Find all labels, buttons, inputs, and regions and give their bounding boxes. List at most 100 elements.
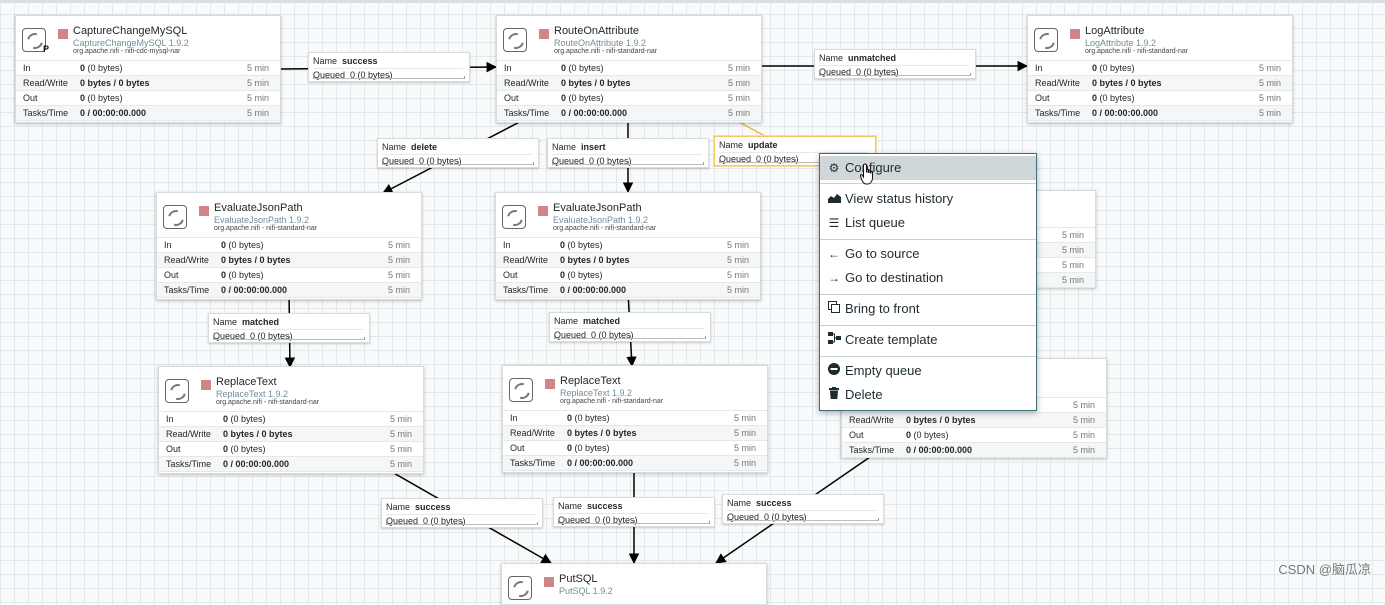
stat-label: In	[166, 414, 174, 424]
menu-item-delete[interactable]: Delete	[820, 383, 1036, 407]
context-menu: ⚙ Configure View status history ☰ List q…	[819, 153, 1037, 411]
stopped-icon	[58, 29, 68, 39]
processor-evaluate-json-path-1[interactable]: EvaluateJsonPath EvaluateJsonPath 1.9.2 …	[156, 192, 422, 300]
processor-icon	[508, 576, 532, 600]
processor-capture-change-mysql[interactable]: P CaptureChangeMySQL CaptureChangeMySQL …	[15, 15, 281, 123]
connection-name: success	[756, 498, 792, 508]
arrow-right-icon: →	[828, 271, 840, 285]
menu-item-create-template[interactable]: Create template	[820, 328, 1036, 352]
queue-progress-bar	[819, 72, 971, 76]
template-icon	[827, 328, 841, 352]
name-key: Name	[727, 498, 752, 508]
name-key: Name	[552, 142, 577, 152]
stat-extra: (0 bytes)	[574, 443, 610, 453]
stat-value: 0	[560, 240, 566, 250]
stat-label: Out	[23, 93, 38, 103]
connection-name: insert	[581, 142, 606, 152]
stat-time: 5 min	[1258, 93, 1281, 103]
stat-time: 5 min	[733, 428, 756, 438]
menu-item-label: Empty queue	[845, 363, 922, 378]
stat-extra: (0 bytes)	[87, 63, 123, 73]
stat-extra: (0 bytes)	[567, 240, 603, 250]
stat-extra: (0 bytes)	[1099, 93, 1135, 103]
connection-label-matched-2[interactable]: Name matched Queued 0 (0 bytes)	[549, 312, 711, 342]
menu-item-bring-to-front[interactable]: Bring to front	[820, 297, 1036, 321]
stat-value: 0 / 00:00:00.000	[561, 108, 628, 118]
stat-extra: (0 bytes)	[568, 93, 604, 103]
stat-value: 0 bytes / 0 bytes	[221, 255, 291, 265]
processor-evaluate-json-path-2[interactable]: EvaluateJsonPath EvaluateJsonPath 1.9.2 …	[495, 192, 761, 300]
menu-item-go-to-destination[interactable]: → Go to destination	[820, 266, 1036, 290]
processor-evaluate-json-path-3[interactable]: 5 min 5 min 5 min 5 min	[1034, 190, 1096, 288]
stat-extra: (0 bytes)	[230, 444, 266, 454]
menu-separator	[820, 239, 1036, 240]
processor-type: EvaluateJsonPath 1.9.2	[553, 215, 649, 225]
stat-label: Read/Write	[1035, 78, 1080, 88]
menu-item-label: Bring to front	[845, 301, 920, 316]
hand-cursor-icon	[860, 163, 873, 185]
processor-bundle: org.apache.nifi - nifi-standard-nar	[554, 48, 658, 55]
menu-item-go-to-source[interactable]: ← Go to source	[820, 242, 1036, 266]
stat-label: Out	[164, 270, 179, 280]
stat-label: Tasks/Time	[23, 108, 69, 118]
connection-label-delete[interactable]: Name delete Queued 0 (0 bytes)	[377, 138, 539, 168]
processor-icon	[503, 28, 527, 52]
connection-label-unmatched[interactable]: Name unmatched Queued 0 (0 bytes)	[814, 49, 976, 79]
stat-value: 0	[567, 443, 573, 453]
menu-item-view-status-history[interactable]: View status history	[820, 187, 1036, 211]
stat-label: In	[1035, 63, 1043, 73]
stat-value: 0 bytes / 0 bytes	[223, 429, 293, 439]
processor-name: ReplaceText	[560, 375, 621, 387]
processor-bundle: org.apache.nifi - nifi-standard-nar	[560, 398, 664, 405]
processor-type: PutSQL 1.9.2	[559, 586, 613, 596]
menu-separator	[820, 183, 1036, 184]
processor-bundle: org.apache.nifi - nifi-standard-nar	[214, 225, 318, 232]
gear-icon: ⚙	[828, 161, 840, 175]
stat-label: Out	[504, 93, 519, 103]
processor-bundle: org.apache.nifi - nifi-standard-nar	[553, 225, 657, 232]
connection-label-success-4[interactable]: Name success Queued 0 (0 bytes)	[722, 494, 884, 524]
processor-name: PutSQL	[559, 573, 598, 585]
clone-icon	[827, 297, 841, 321]
processor-log-attribute[interactable]: LogAttribute LogAttribute 1.9.2 org.apac…	[1027, 15, 1293, 123]
stat-label: In	[504, 63, 512, 73]
stat-time: 5 min	[246, 63, 269, 73]
stat-time: 5 min	[727, 63, 750, 73]
menu-item-empty-queue[interactable]: Empty queue	[820, 359, 1036, 383]
stat-extra: (0 bytes)	[87, 93, 123, 103]
stat-time: 5 min	[727, 93, 750, 103]
connection-label-success-1[interactable]: Name success Queued 0 (0 bytes)	[308, 52, 470, 82]
processor-replace-text-2[interactable]: ReplaceText ReplaceText 1.9.2 org.apache…	[502, 365, 768, 473]
processor-bundle: org.apache.nifi - nifi-cdc-mysql-nar	[73, 48, 181, 55]
connection-label-insert[interactable]: Name insert Queued 0 (0 bytes)	[547, 138, 709, 168]
stat-value: 0 / 00:00:00.000	[80, 108, 147, 118]
stat-value: 0	[560, 270, 566, 280]
menu-item-list-queue[interactable]: ☰ List queue	[820, 211, 1036, 235]
menu-item-configure[interactable]: ⚙ Configure	[820, 156, 1036, 180]
connection-name: success	[342, 56, 378, 66]
processor-icon	[1034, 28, 1058, 52]
stat-label: Read/Write	[849, 415, 894, 425]
processor-replace-text-1[interactable]: ReplaceText ReplaceText 1.9.2 org.apache…	[158, 366, 424, 474]
connection-label-matched-1[interactable]: Name matched Queued 0 (0 bytes)	[208, 313, 370, 343]
connection-label-success-3[interactable]: Name success Queued 0 (0 bytes)	[553, 497, 715, 527]
processor-put-sql[interactable]: PutSQL PutSQL 1.9.2	[501, 563, 767, 605]
queue-progress-bar	[386, 521, 538, 525]
queue-progress-bar	[552, 161, 704, 165]
stat-time: 5 min	[727, 108, 750, 118]
stat-time: 5 min	[246, 78, 269, 88]
stat-label: Tasks/Time	[503, 285, 549, 295]
stat-extra: (0 bytes)	[1099, 63, 1135, 73]
connection-label-success-2[interactable]: Name success Queued 0 (0 bytes)	[381, 498, 543, 528]
menu-item-label: View status history	[845, 191, 954, 206]
menu-separator	[820, 294, 1036, 295]
stat-value: 0 / 00:00:00.000	[223, 459, 290, 469]
stat-extra: (0 bytes)	[230, 414, 266, 424]
stat-value: 0	[223, 414, 229, 424]
stat-time: 5 min	[1072, 430, 1095, 440]
arrow-left-icon: ←	[828, 247, 840, 261]
connection-name: delete	[411, 142, 438, 152]
processor-type: ReplaceText 1.9.2	[216, 389, 289, 399]
queue-progress-bar	[313, 75, 465, 79]
processor-route-on-attribute[interactable]: RouteOnAttribute RouteOnAttribute 1.9.2 …	[496, 15, 762, 123]
